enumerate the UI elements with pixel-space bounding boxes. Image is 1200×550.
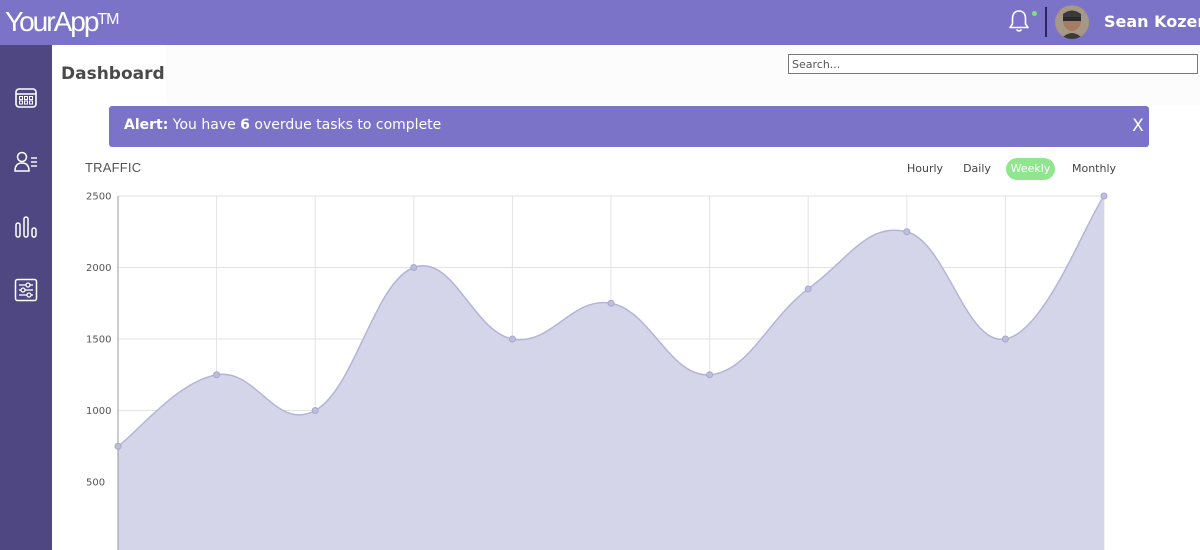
data-point	[508, 335, 516, 343]
data-point	[804, 285, 812, 293]
data-point	[706, 371, 714, 379]
data-point	[903, 228, 911, 236]
data-point	[114, 442, 122, 450]
y-tick-label: 2000	[86, 263, 111, 274]
y-tick-label: 1000	[86, 406, 111, 417]
y-tick-label: 500	[86, 478, 105, 489]
data-point	[607, 299, 615, 307]
y-tick-label: 1500	[86, 335, 111, 346]
data-point	[311, 407, 319, 414]
y-tick-label: 2500	[86, 192, 111, 203]
data-point	[1001, 335, 1009, 343]
data-point	[1100, 192, 1108, 200]
data-point	[410, 264, 418, 271]
data-point	[213, 371, 221, 379]
traffic-chart: 500 1000 1500 2000 2500	[86, 192, 1108, 550]
